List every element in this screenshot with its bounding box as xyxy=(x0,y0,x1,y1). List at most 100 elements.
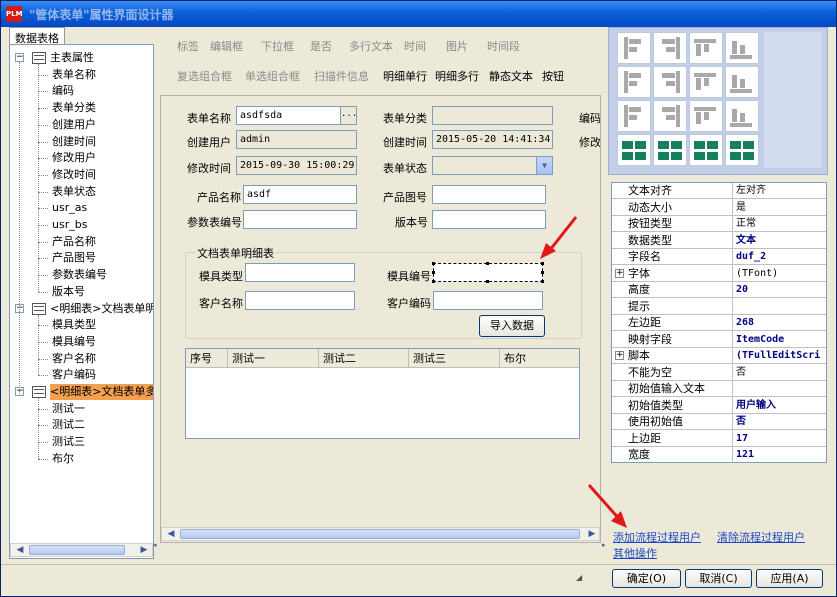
tree-item[interactable]: 版本号 xyxy=(52,284,87,300)
customer-code-input[interactable] xyxy=(433,291,543,310)
align-bottom-icon[interactable] xyxy=(725,32,759,64)
toolbar-item[interactable]: 多行文本 xyxy=(349,38,393,54)
form-name-ellipsis-button[interactable]: ... xyxy=(340,107,356,124)
property-row[interactable]: 字段名 duf_2 xyxy=(612,249,826,265)
property-value[interactable] xyxy=(736,381,826,397)
form-status-select[interactable]: ▼ xyxy=(432,156,553,175)
form-category-input[interactable] xyxy=(432,106,553,125)
property-row[interactable]: 不能为空 否 xyxy=(612,365,826,381)
resize-grip-icon[interactable]: ◢ xyxy=(576,573,584,582)
grid-column-header[interactable]: 测试一 xyxy=(228,349,319,368)
property-value[interactable]: 左对齐 xyxy=(736,183,826,199)
property-value[interactable]: 268 xyxy=(736,315,826,331)
toolbar-item[interactable]: 复选组合框 xyxy=(177,68,232,84)
center-vertical-icon[interactable] xyxy=(653,66,687,98)
customer-name-input[interactable] xyxy=(245,291,355,310)
property-row[interactable]: 映射字段 ItemCode xyxy=(612,332,826,348)
tree-horizontal-scrollbar[interactable]: ◀ ▶ xyxy=(10,543,153,557)
property-value[interactable]: 17 xyxy=(736,431,826,447)
toolbar-item[interactable]: 时间 xyxy=(404,38,426,54)
property-value[interactable]: 文本 xyxy=(736,233,826,249)
send-back-icon[interactable] xyxy=(725,100,759,132)
selection-handle[interactable] xyxy=(432,280,435,283)
chevron-down-icon[interactable]: ▼ xyxy=(536,157,552,174)
scroll-left-icon[interactable]: ◀ xyxy=(164,528,178,540)
property-grid[interactable]: 文本对齐 左对齐 动态大小 是按钮类型 正常 数据类型 文本 字段名 duf_2 + 字体 (TFon… xyxy=(611,182,827,463)
tree-item[interactable]: 测试一 xyxy=(52,401,87,417)
tree-item[interactable]: 表单名称 xyxy=(52,67,98,83)
product-drawing-input[interactable] xyxy=(432,185,546,204)
selection-handle[interactable] xyxy=(541,280,544,283)
align-left-icon[interactable] xyxy=(617,32,651,64)
create-time-input[interactable]: 2015-05-20 14:41:34 xyxy=(432,130,553,149)
toolbar-item[interactable]: 是否 xyxy=(310,38,332,54)
tree-item[interactable]: <明细表>文档表单明 xyxy=(50,301,153,317)
canvas-horizontal-scrollbar[interactable]: ◀ ▶ xyxy=(161,527,600,541)
toolbar-item[interactable]: 时间段 xyxy=(487,38,520,54)
title-bar[interactable]: PLM "管体表单"属性界面设计器 xyxy=(1,1,836,27)
property-value[interactable]: (TFont) xyxy=(736,266,826,282)
property-row[interactable]: 使用初始值 否 xyxy=(612,414,826,430)
same-width-icon[interactable] xyxy=(689,66,723,98)
toolbar-item[interactable]: 扫描件信息 xyxy=(314,68,369,84)
add-flow-user-link[interactable]: 添加流程过程用户 xyxy=(613,529,701,545)
toolbar-item[interactable]: 下拉框 xyxy=(261,38,294,54)
tree-item[interactable]: 编码 xyxy=(52,83,76,99)
create-user-input[interactable]: admin xyxy=(236,130,357,149)
property-row[interactable]: 高度 20 xyxy=(612,282,826,298)
grid-column-header[interactable]: 测试三 xyxy=(409,349,500,368)
modify-time-input[interactable]: 2015-09-30 15:00:29 xyxy=(236,156,357,175)
property-row[interactable]: 左边距 268 xyxy=(612,315,826,331)
property-value[interactable]: 否 xyxy=(736,414,826,430)
toolbar-item[interactable]: 明细单行 xyxy=(383,68,427,84)
property-value[interactable]: 20 xyxy=(736,282,826,298)
property-row[interactable]: 宽度 121 xyxy=(612,447,826,462)
tree-item[interactable]: 修改用户 xyxy=(52,150,98,166)
toolbar-item[interactable]: 单选组合框 xyxy=(245,68,300,84)
scroll-left-icon[interactable]: ◀ xyxy=(13,544,27,556)
selection-handle[interactable] xyxy=(432,262,435,265)
product-name-input[interactable]: asdf xyxy=(243,185,357,204)
tree-item[interactable]: 布尔 xyxy=(52,451,76,467)
toolbar-item[interactable]: 图片 xyxy=(446,38,468,54)
tree-item[interactable]: 测试二 xyxy=(52,417,87,433)
property-row[interactable]: 按钮类型 正常 xyxy=(612,216,826,232)
expand-icon[interactable]: + xyxy=(615,351,624,360)
property-row[interactable]: + 脚本 (TFullEditScri xyxy=(612,348,826,364)
grid-column-header[interactable]: 序号 xyxy=(186,349,228,368)
splitter-arrow-icon[interactable]: ◂ xyxy=(153,541,157,549)
property-row[interactable]: 初始值输入文本 xyxy=(612,381,826,397)
align-right-icon[interactable] xyxy=(653,32,687,64)
property-row[interactable]: 上边距 17 xyxy=(612,431,826,447)
property-row[interactable]: 文本对齐 左对齐 xyxy=(612,183,826,199)
property-value[interactable]: 是 xyxy=(736,200,826,216)
tree-item[interactable]: 客户名称 xyxy=(52,351,98,367)
form-name-input[interactable]: asdfsda ... xyxy=(236,106,357,125)
toolbar-item[interactable]: 按钮 xyxy=(542,68,564,84)
property-value[interactable]: duf_2 xyxy=(736,249,826,265)
version-input[interactable] xyxy=(432,210,546,229)
tree-item[interactable]: 测试三 xyxy=(52,434,87,450)
toolbar-item[interactable]: 明细多行 xyxy=(435,68,479,84)
import-data-button[interactable]: 导入数据 xyxy=(479,315,545,337)
tree-item[interactable]: 表单状态 xyxy=(52,184,98,200)
scroll-thumb[interactable] xyxy=(180,529,580,539)
grid-down-icon[interactable] xyxy=(725,134,759,166)
tree-item[interactable]: usr_as xyxy=(52,200,89,216)
space-vertical-icon[interactable] xyxy=(653,100,687,132)
toolbar-item[interactable]: 静态文本 xyxy=(489,68,533,84)
tree-item[interactable]: 产品图号 xyxy=(52,250,98,266)
scroll-right-icon[interactable]: ▶ xyxy=(585,528,599,540)
property-value[interactable]: ItemCode xyxy=(736,332,826,348)
scroll-thumb[interactable] xyxy=(29,545,125,555)
detail-grid[interactable]: 序号 测试一 测试二 测试三 布尔 xyxy=(185,348,580,439)
property-row[interactable]: + 字体 (TFont) xyxy=(612,266,826,282)
tree-item[interactable]: 客户编码 xyxy=(52,367,98,383)
cancel-button[interactable]: 取消(C) xyxy=(685,569,752,588)
splitter-right-arrow-icon[interactable]: ▸ xyxy=(602,541,606,549)
tree-item[interactable]: 表单分类 xyxy=(52,100,98,116)
tree-item[interactable]: 创建用户 xyxy=(52,117,98,133)
property-value[interactable]: 否 xyxy=(736,365,826,381)
toolbar-item[interactable]: 编辑框 xyxy=(210,38,243,54)
tab-data-grid[interactable]: 数据表格 xyxy=(9,27,65,45)
